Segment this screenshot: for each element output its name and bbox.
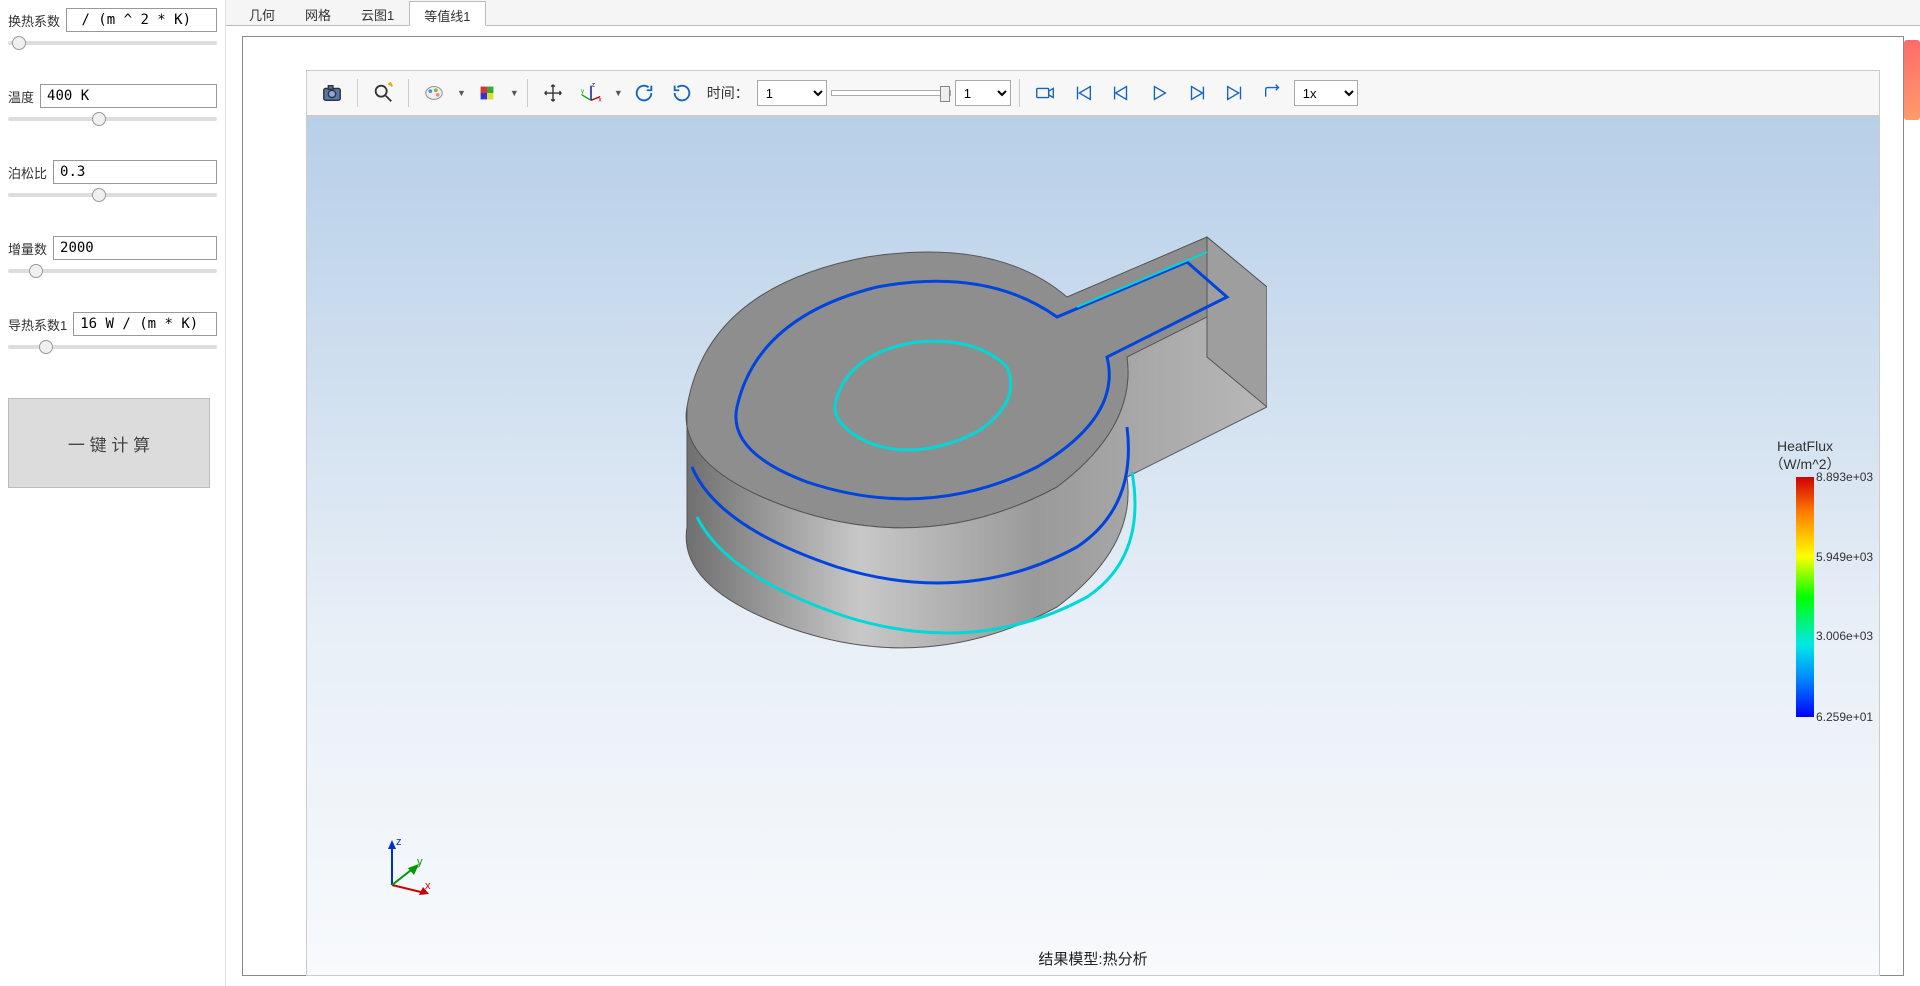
speed-select[interactable]: 1x: [1294, 80, 1358, 106]
record-icon[interactable]: [1028, 77, 1062, 109]
param-slider[interactable]: [8, 36, 217, 50]
palette-icon[interactable]: [417, 77, 451, 109]
axis-gizmo: z x y: [377, 835, 437, 895]
dropdown-arrow-icon[interactable]: ▼: [510, 88, 519, 98]
param-label: 导热系数1: [8, 315, 67, 334]
move-icon[interactable]: [536, 77, 570, 109]
calculate-button[interactable]: 一 键 计 算: [8, 398, 210, 488]
legend-tick: 5.949e+03: [1816, 550, 1873, 564]
dropdown-arrow-icon[interactable]: ▼: [457, 88, 466, 98]
time-select[interactable]: 1: [757, 80, 827, 106]
param-label: 温度: [8, 87, 34, 106]
zoom-icon[interactable]: [366, 77, 400, 109]
legend-tick: 3.006e+03: [1816, 629, 1873, 643]
param-input[interactable]: [40, 84, 217, 108]
model-3d: [567, 167, 1267, 687]
camera-icon[interactable]: [315, 77, 349, 109]
rotate-ccw-icon[interactable]: [665, 77, 699, 109]
param-input[interactable]: [66, 8, 217, 32]
axes-icon[interactable]: zx y: [574, 77, 608, 109]
sidebar: 换热系数 温度 泊松比 增量数: [0, 0, 226, 986]
tab-2[interactable]: 云图1: [346, 0, 409, 25]
color-legend: HeatFlux（W/m^2） 8.893e+035.949e+033.006e…: [1749, 437, 1861, 717]
time-slider[interactable]: [831, 90, 951, 96]
cube-icon[interactable]: [470, 77, 504, 109]
play-icon[interactable]: [1142, 77, 1176, 109]
param-row: 温度: [8, 84, 217, 126]
frame-select[interactable]: 1: [955, 80, 1011, 106]
tab-3[interactable]: 等值线1: [409, 1, 485, 26]
svg-text:z: z: [592, 82, 595, 89]
model-caption: 结果模型:热分析: [307, 948, 1879, 969]
param-slider[interactable]: [8, 188, 217, 202]
skip-forward-icon[interactable]: [1218, 77, 1252, 109]
skip-back-icon[interactable]: [1066, 77, 1100, 109]
svg-text:x: x: [598, 96, 602, 103]
dropdown-arrow-icon[interactable]: ▼: [614, 88, 623, 98]
tab-1[interactable]: 网格: [290, 0, 346, 25]
time-label: 时间：: [703, 83, 753, 103]
tab-bar: 几何网格云图1等值线1: [226, 0, 1920, 26]
scroll-indicator[interactable]: [1904, 40, 1920, 120]
param-row: 增量数: [8, 236, 217, 278]
step-back-icon[interactable]: [1104, 77, 1138, 109]
main-area: 几何网格云图1等值线1 ▼ ▼: [226, 0, 1920, 986]
svg-text:x: x: [425, 880, 431, 892]
param-input[interactable]: [53, 160, 217, 184]
rotate-cw-icon[interactable]: [627, 77, 661, 109]
svg-text:z: z: [396, 836, 402, 848]
param-input[interactable]: [73, 312, 217, 336]
legend-tick: 6.259e+01: [1816, 710, 1873, 724]
param-label: 泊松比: [8, 163, 47, 182]
svg-text:y: y: [581, 88, 585, 95]
loop-icon[interactable]: [1256, 77, 1290, 109]
param-slider[interactable]: [8, 340, 217, 354]
param-label: 换热系数: [8, 11, 60, 30]
param-row: 导热系数1: [8, 312, 217, 354]
param-slider[interactable]: [8, 264, 217, 278]
param-row: 泊松比: [8, 160, 217, 202]
svg-text:y: y: [417, 856, 423, 868]
step-forward-icon[interactable]: [1180, 77, 1214, 109]
param-slider[interactable]: [8, 112, 217, 126]
param-input[interactable]: [53, 236, 217, 260]
tab-0[interactable]: 几何: [234, 0, 290, 25]
legend-tick: 8.893e+03: [1816, 470, 1873, 484]
viewport-toolbar: ▼ ▼ zx y ▼ 时间： 1: [306, 70, 1880, 116]
render-canvas[interactable]: z x y HeatFlux（W/m^2） 8.893e+035.949e+03…: [306, 116, 1880, 976]
param-row: 换热系数: [8, 8, 217, 50]
legend-title: HeatFlux（W/m^2）: [1749, 437, 1861, 473]
param-label: 增量数: [8, 239, 47, 258]
